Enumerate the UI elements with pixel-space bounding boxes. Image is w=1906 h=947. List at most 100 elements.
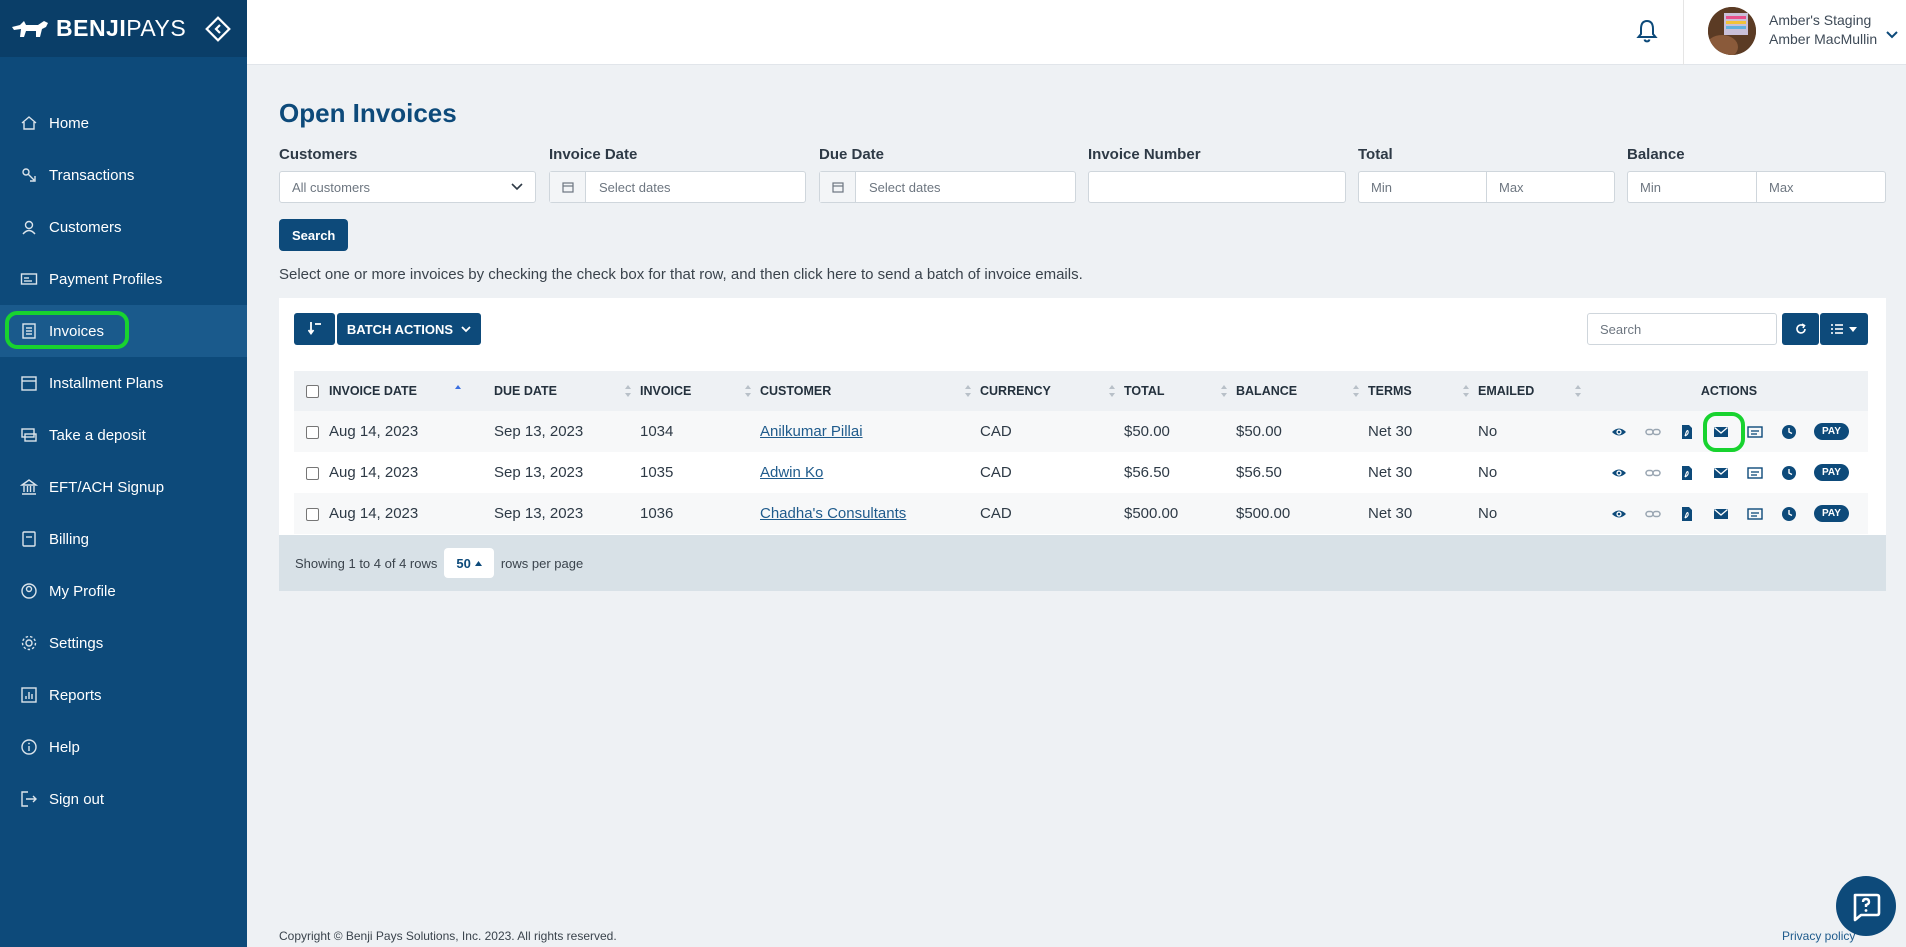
invoice-number-label: Invoice Number <box>1088 146 1201 163</box>
schedule-button[interactable] <box>1772 421 1806 443</box>
sidebar-item-eft-ach-signup[interactable]: EFT/ACH Signup <box>0 461 247 513</box>
total-cell: $56.50 <box>1124 464 1170 481</box>
column-header-invoice-date[interactable]: INVOICE DATE <box>329 371 494 411</box>
sidebar-item-customers[interactable]: Customers <box>0 201 247 253</box>
download-pdf-button[interactable] <box>1670 503 1704 525</box>
total-min-input[interactable]: Min <box>1358 171 1486 203</box>
view-invoice-button[interactable] <box>1602 421 1636 443</box>
sidebar-item-invoices[interactable]: Invoices <box>0 305 247 357</box>
download-pdf-button[interactable] <box>1670 462 1704 484</box>
columns-toggle-button[interactable] <box>1820 313 1868 345</box>
download-pdf-button[interactable] <box>1670 421 1704 443</box>
pay-button[interactable]: PAY <box>1814 505 1849 522</box>
transactions-icon <box>22 168 36 182</box>
column-header-balance[interactable]: BALANCE <box>1236 371 1368 411</box>
user-block[interactable]: Amber's Staging Amber MacMullin <box>1769 11 1877 49</box>
sort-icon[interactable] <box>1574 384 1582 398</box>
customer-link[interactable]: Anilkumar Pillai <box>760 423 863 440</box>
sidebar-item-billing[interactable]: Billing <box>0 513 247 565</box>
copy-link-button[interactable] <box>1636 462 1670 484</box>
privacy-policy-link[interactable]: Privacy policy <box>1782 929 1855 943</box>
due-date-input[interactable]: Select dates <box>819 171 1076 203</box>
notifications-bell-icon[interactable] <box>1635 18 1659 44</box>
help-chat-button[interactable] <box>1836 876 1896 936</box>
sort-icon[interactable] <box>1352 384 1360 398</box>
sort-icon[interactable] <box>1108 384 1116 398</box>
email-invoice-button[interactable] <box>1704 503 1738 525</box>
sidebar-item-payment-profiles[interactable]: Payment Profiles <box>0 253 247 305</box>
invoice-details-button[interactable] <box>1738 462 1772 484</box>
schedule-button[interactable] <box>1772 462 1806 484</box>
sidebar-item-help[interactable]: Help <box>0 721 247 773</box>
sort-icon[interactable] <box>1462 384 1470 398</box>
balance-min-input[interactable]: Min <box>1627 171 1756 203</box>
sort-icon[interactable] <box>744 384 752 398</box>
sort-icon[interactable] <box>964 384 972 398</box>
view-invoice-button[interactable] <box>1602 462 1636 484</box>
sidebar-item-settings[interactable]: Settings <box>0 617 247 669</box>
due-date-label: Due Date <box>819 146 885 163</box>
sign-out-icon <box>21 791 37 807</box>
batch-actions-button[interactable]: BATCH ACTIONS <box>337 313 481 345</box>
customers-filter: Customers All customers <box>279 146 536 203</box>
column-header-emailed[interactable]: EMAILED <box>1478 371 1590 411</box>
row-checkbox[interactable] <box>306 507 319 521</box>
batch-email-hint[interactable]: Select one or more invoices by checking … <box>279 266 1886 283</box>
row-checkbox[interactable] <box>306 466 319 480</box>
invoice-date-input[interactable]: Select dates <box>549 171 806 203</box>
schedule-button[interactable] <box>1772 503 1806 525</box>
collapse-sidebar-icon[interactable] <box>205 15 231 42</box>
column-header-label: BALANCE <box>1236 384 1298 398</box>
sidebar-item-home[interactable]: Home <box>0 97 247 149</box>
email-invoice-button[interactable] <box>1704 462 1738 484</box>
invoice-date-cell: Aug 14, 2023 <box>329 505 419 522</box>
column-header-due-date[interactable]: DUE DATE <box>494 371 640 411</box>
select-all-checkbox[interactable] <box>306 385 319 399</box>
sidebar-item-transactions[interactable]: Transactions <box>0 149 247 201</box>
chevron-down-icon <box>511 183 523 191</box>
refresh-button[interactable] <box>1782 313 1819 345</box>
customers-label: Customers <box>279 146 358 163</box>
sort-icon[interactable] <box>1220 384 1228 398</box>
copy-link-button[interactable] <box>1636 503 1670 525</box>
copy-link-button[interactable] <box>1636 421 1670 443</box>
customers-select[interactable]: All customers <box>279 171 536 203</box>
export-button[interactable] <box>294 313 335 345</box>
invoice-details-button[interactable] <box>1738 503 1772 525</box>
column-header-invoice[interactable]: INVOICE <box>640 371 760 411</box>
invoice-number-input[interactable] <box>1088 171 1346 203</box>
balance-max-input[interactable]: Max <box>1756 171 1886 203</box>
user-avatar[interactable] <box>1708 7 1756 55</box>
view-invoice-button[interactable] <box>1602 503 1636 525</box>
email-invoice-button[interactable] <box>1703 411 1745 452</box>
sidebar-item-my-profile[interactable]: My Profile <box>0 565 247 617</box>
row-checkbox[interactable] <box>306 425 319 439</box>
customer-link[interactable]: Chadha's Consultants <box>760 505 906 522</box>
page-title: Open Invoices <box>279 98 457 128</box>
sort-down-arrow-icon <box>307 322 321 336</box>
emailed-cell: No <box>1478 423 1498 440</box>
sort-icon[interactable] <box>624 384 632 398</box>
sidebar-item-take-a-deposit[interactable]: Take a deposit <box>0 409 247 461</box>
invoice-details-button[interactable] <box>1738 421 1772 443</box>
rows-per-page-select[interactable]: 50 <box>444 548 494 578</box>
balance-cell: $56.50 <box>1236 464 1282 481</box>
column-header-terms[interactable]: TERMS <box>1368 371 1478 411</box>
column-header-customer[interactable]: CUSTOMER <box>760 371 980 411</box>
sidebar-item-sign-out[interactable]: Sign out <box>0 773 247 825</box>
chevron-down-icon[interactable] <box>1885 30 1899 40</box>
column-header-currency[interactable]: CURRENCY <box>980 371 1124 411</box>
search-button[interactable]: Search <box>279 219 349 251</box>
total-label: Total <box>1358 146 1393 163</box>
sort-icon[interactable] <box>454 384 462 398</box>
sidebar-item-label: EFT/ACH Signup <box>49 478 165 496</box>
sidebar-item-reports[interactable]: Reports <box>0 669 247 721</box>
customer-link[interactable]: Adwin Ko <box>760 464 823 481</box>
sidebar-item-installment-plans[interactable]: Installment Plans <box>0 357 247 409</box>
column-header-total[interactable]: TOTAL <box>1124 371 1236 411</box>
total-max-input[interactable]: Max <box>1486 171 1615 203</box>
eye-icon <box>1612 428 1626 435</box>
pay-button[interactable]: PAY <box>1814 423 1849 440</box>
table-search-input[interactable]: Search <box>1587 313 1777 345</box>
pay-button[interactable]: PAY <box>1814 464 1849 481</box>
